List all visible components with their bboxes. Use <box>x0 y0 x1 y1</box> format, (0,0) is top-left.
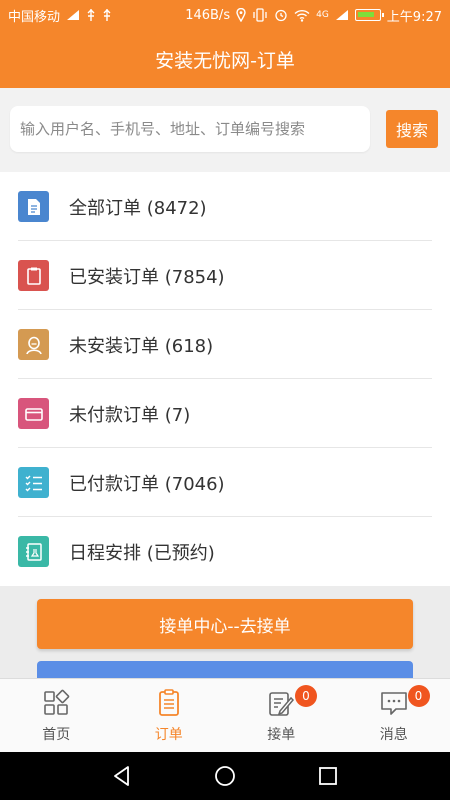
order-item-paid[interactable]: 已付款订单 (7046) <box>0 448 450 517</box>
location-icon <box>236 8 246 22</box>
order-item-not-installed[interactable]: 未安装订单 (618) <box>0 310 450 379</box>
person-icon <box>18 329 49 360</box>
order-item-installed[interactable]: 已安装订单 (7854) <box>0 241 450 310</box>
order-list-icon <box>158 688 179 716</box>
search-input[interactable] <box>10 106 370 152</box>
search-area: 搜索 <box>0 88 450 172</box>
tab-label: 订单 <box>154 726 183 743</box>
order-item-label: 未付款订单 (7) <box>69 404 191 426</box>
vibrate-icon <box>253 8 267 22</box>
alarm-icon <box>275 9 287 22</box>
checklist-icon <box>18 467 49 498</box>
order-item-label: 已安装订单 (7854) <box>69 266 225 288</box>
receive-badge: 0 <box>295 685 317 707</box>
network-type: 4G <box>316 10 329 20</box>
message-icon <box>380 691 407 715</box>
title-bar: 安装无忧网-订单 <box>0 30 450 88</box>
tab-label: 接单 <box>267 726 296 743</box>
order-item-label: 已付款订单 (7046) <box>69 473 225 495</box>
signal-strength-icon <box>67 10 80 20</box>
receive-center-button[interactable]: 接单中心--去接单 <box>37 599 413 649</box>
order-item-schedule[interactable]: 日程安排 (已预约) <box>0 517 450 586</box>
system-nav-bar <box>0 752 450 800</box>
grid-icon <box>44 689 70 715</box>
cell-signal-icon <box>335 10 348 20</box>
tab-label: 首页 <box>42 726 71 743</box>
usb-debug-icon <box>103 9 111 21</box>
back-icon[interactable] <box>110 764 134 788</box>
status-time: 上午9:27 <box>386 9 442 25</box>
order-item-all[interactable]: 全部订单 (8472) <box>0 172 450 241</box>
tab-receive[interactable]: 接单 0 <box>225 679 338 752</box>
usb-icon <box>87 9 95 21</box>
tab-label: 消息 <box>379 726 408 743</box>
search-button[interactable]: 搜索 <box>386 110 438 148</box>
card-icon <box>18 398 49 429</box>
network-speed: 146B/s <box>185 7 231 23</box>
carrier-name: 中国移动 <box>8 9 61 25</box>
order-category-list: 全部订单 (8472) 已安装订单 (7854) 未安装订单 (618) 未付款… <box>0 172 450 586</box>
order-item-label: 未安装订单 (618) <box>69 335 214 357</box>
tab-orders[interactable]: 订单 <box>113 679 226 752</box>
action-area: 接单中心--去接单 <box>0 586 450 678</box>
clipboard-icon <box>18 260 49 291</box>
recent-apps-icon[interactable] <box>316 764 340 788</box>
order-item-label: 日程安排 (已预约) <box>69 542 215 564</box>
bottom-tab-bar: 首页 订单 接单 0 消息 0 <box>0 678 450 752</box>
home-icon[interactable] <box>213 764 237 788</box>
wifi-icon <box>294 9 310 22</box>
document-icon <box>18 191 49 222</box>
secondary-action-button[interactable] <box>37 661 413 678</box>
message-badge: 0 <box>407 685 430 707</box>
page-title: 安装无忧网-订单 <box>155 49 295 72</box>
order-item-unpaid[interactable]: 未付款订单 (7) <box>0 379 450 448</box>
order-item-label: 全部订单 (8472) <box>69 197 207 219</box>
edit-note-icon <box>269 691 295 716</box>
tab-messages[interactable]: 消息 0 <box>338 679 450 752</box>
tab-home[interactable]: 首页 <box>0 679 113 752</box>
schedule-icon <box>18 536 49 567</box>
battery-icon <box>354 9 384 21</box>
status-bar: 中国移动 146B/s 4G 上午9:27 <box>0 0 450 30</box>
